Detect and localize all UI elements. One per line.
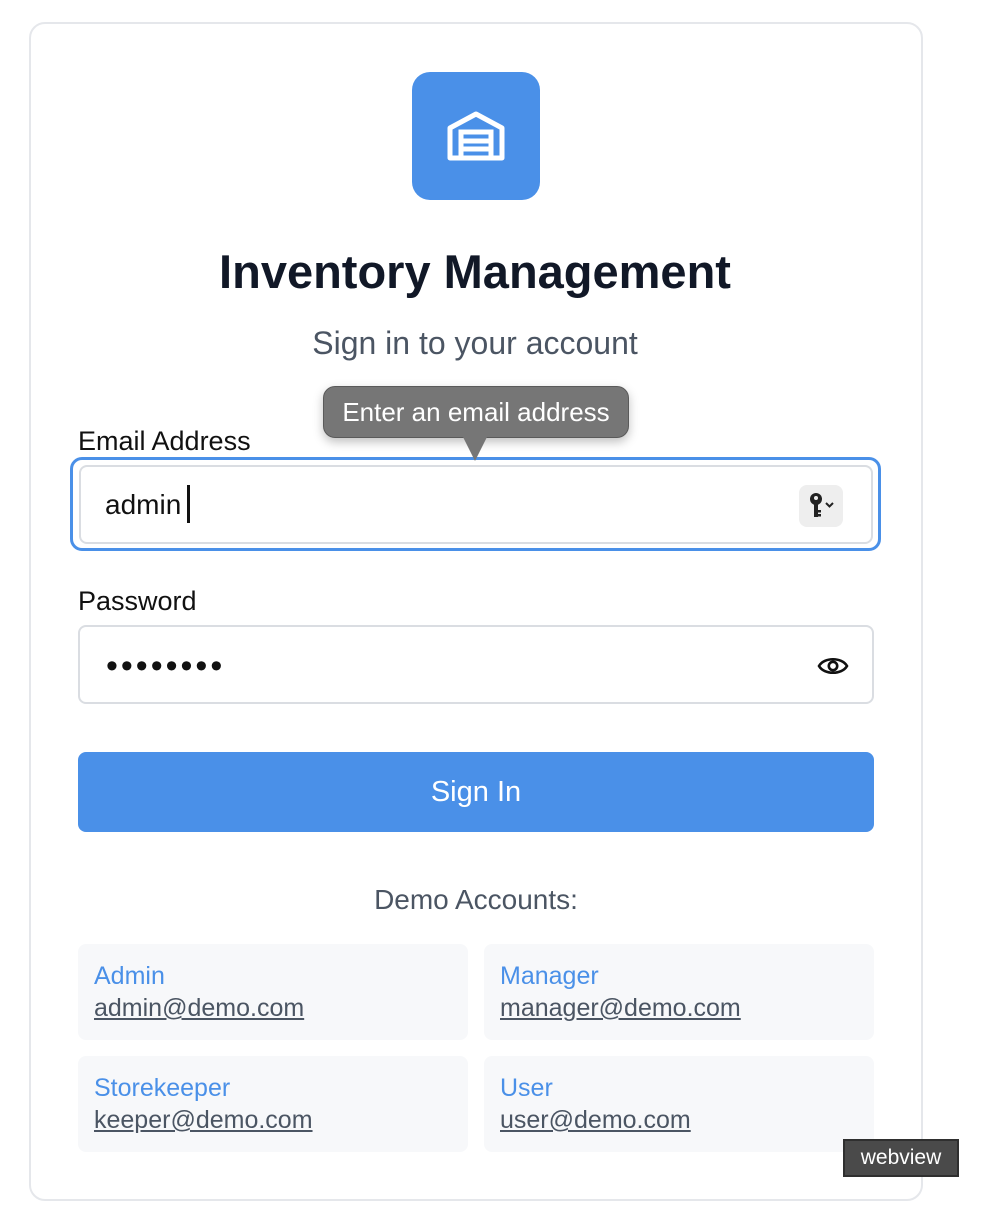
demo-email-link[interactable]: user@demo.com xyxy=(500,1104,858,1136)
warehouse-icon xyxy=(447,111,505,161)
demo-account-user[interactable]: User user@demo.com xyxy=(484,1056,874,1152)
password-field[interactable]: •••••••• xyxy=(78,625,874,704)
sign-in-button[interactable]: Sign In xyxy=(78,752,874,832)
password-label: Password xyxy=(78,586,197,616)
demo-email-link[interactable]: manager@demo.com xyxy=(500,992,858,1024)
demo-accounts-heading: Demo Accounts: xyxy=(374,884,578,915)
page-subtitle: Sign in to your account xyxy=(312,325,638,361)
validation-tooltip: Enter an email address xyxy=(323,386,629,438)
key-icon xyxy=(810,493,834,517)
demo-account-storekeeper[interactable]: Storekeeper keeper@demo.com xyxy=(78,1056,468,1152)
password-manager-button[interactable] xyxy=(799,485,843,527)
demo-account-manager[interactable]: Manager manager@demo.com xyxy=(484,944,874,1040)
demo-email-link[interactable]: admin@demo.com xyxy=(94,992,452,1024)
email-value: admin xyxy=(105,489,182,520)
demo-email-link[interactable]: keeper@demo.com xyxy=(94,1104,452,1136)
email-field[interactable]: admin xyxy=(79,465,873,544)
eye-icon xyxy=(817,657,849,675)
email-label: Email Address xyxy=(78,426,251,456)
page-title: Inventory Management xyxy=(219,245,731,298)
webview-badge: webview xyxy=(843,1139,959,1177)
demo-role: Manager xyxy=(500,962,599,990)
password-value: •••••••• xyxy=(106,647,226,685)
demo-role: Admin xyxy=(94,962,165,990)
show-password-button[interactable] xyxy=(816,649,850,683)
demo-role: Storekeeper xyxy=(94,1074,231,1102)
demo-role: User xyxy=(500,1074,553,1102)
text-caret xyxy=(187,485,190,523)
app-logo xyxy=(412,72,540,200)
tooltip-arrow xyxy=(463,437,487,461)
demo-account-admin[interactable]: Admin admin@demo.com xyxy=(78,944,468,1040)
